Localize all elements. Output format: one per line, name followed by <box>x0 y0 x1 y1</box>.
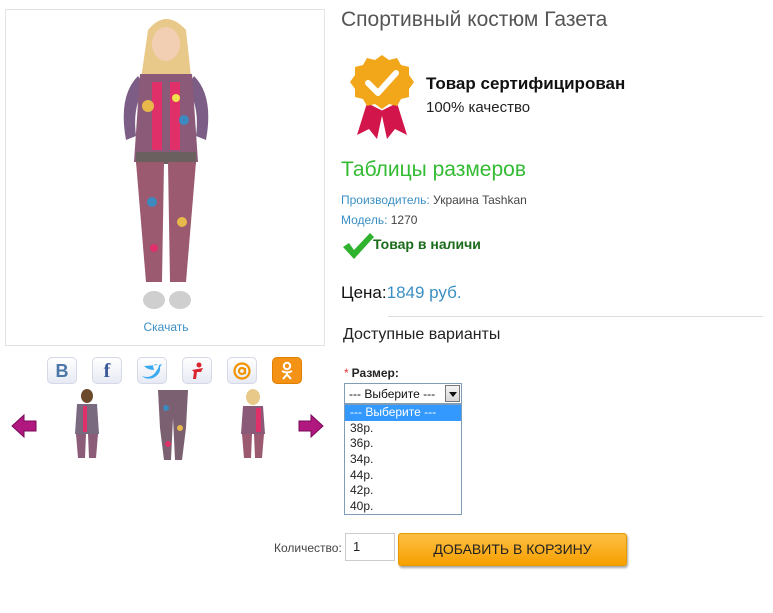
size-select-value: --- Выберите --- <box>349 387 436 401</box>
size-label-text: Размер: <box>351 366 399 380</box>
required-mark: * <box>344 366 349 380</box>
in-stock-checkmark-icon <box>343 233 374 259</box>
size-dropdown-list: --- Выберите --- 38р. 36р. 34р. 44р. 42р… <box>344 404 462 515</box>
next-arrow-icon[interactable] <box>298 414 324 438</box>
stock-status: Товар в наличи <box>373 236 481 252</box>
size-option[interactable]: 44р. <box>345 468 461 484</box>
mail-at-icon <box>233 361 251 380</box>
moi-krug-icon <box>192 362 203 379</box>
share-odnoklassniki-button[interactable] <box>272 357 302 384</box>
size-option[interactable]: 36р. <box>345 436 461 452</box>
size-select[interactable]: --- Выберите --- <box>344 383 462 404</box>
divider <box>388 316 763 317</box>
certified-badge-icon <box>350 55 414 139</box>
price-value: 1849 руб. <box>386 283 462 302</box>
product-title: Спортивный костюм Газета <box>341 8 608 31</box>
twitter-bird-icon <box>142 363 162 379</box>
manufacturer-row: Производитель: Украина Tashkan <box>341 193 527 207</box>
main-image-frame: Скачать <box>5 9 325 346</box>
quantity-input[interactable]: 1 <box>345 533 395 561</box>
odnoklassniki-icon <box>281 361 293 380</box>
download-link[interactable]: Скачать <box>6 320 326 334</box>
model-row: Модель: 1270 <box>341 213 417 227</box>
certificate-title: Товар сертифицирован <box>426 74 626 93</box>
size-option[interactable]: --- Выберите --- <box>345 405 461 421</box>
share-vk-button[interactable]: В <box>47 357 77 384</box>
size-option[interactable]: 42р. <box>345 483 461 499</box>
size-option[interactable]: 34р. <box>345 452 461 468</box>
manufacturer-label[interactable]: Производитель: <box>341 193 430 207</box>
model-label: Модель: <box>341 213 388 227</box>
add-to-cart-button[interactable]: ДОБАВИТЬ В КОРЗИНУ <box>398 533 627 566</box>
quantity-label: Количество: <box>274 541 342 555</box>
vk-icon: В <box>55 360 69 381</box>
certificate-subtitle: 100% качество <box>426 99 531 116</box>
main-product-image[interactable] <box>66 12 266 320</box>
share-facebook-button[interactable]: f <box>92 357 122 384</box>
chevron-down-icon[interactable] <box>445 385 460 402</box>
size-label: * Размер: <box>344 366 399 380</box>
prev-arrow-icon[interactable] <box>11 414 37 438</box>
size-tables-link[interactable]: Таблицы размеров <box>341 158 526 182</box>
share-twitter-button[interactable] <box>137 357 167 384</box>
size-option[interactable]: 40р. <box>345 499 461 515</box>
share-moi-krug-button[interactable] <box>182 357 212 384</box>
share-mail-button[interactable] <box>227 357 257 384</box>
thumbnail-3[interactable] <box>228 388 278 464</box>
facebook-icon: f <box>103 359 111 382</box>
thumbnail-2[interactable] <box>148 388 198 464</box>
price-label: Цена: <box>341 283 387 302</box>
thumbnail-1[interactable] <box>62 388 112 464</box>
price-row: Цена:1849 руб. <box>341 283 462 303</box>
manufacturer-value: Украина Tashkan <box>433 193 527 207</box>
variants-title: Доступные варианты <box>343 326 501 343</box>
model-value: 1270 <box>390 213 418 227</box>
size-option[interactable]: 38р. <box>345 421 461 437</box>
